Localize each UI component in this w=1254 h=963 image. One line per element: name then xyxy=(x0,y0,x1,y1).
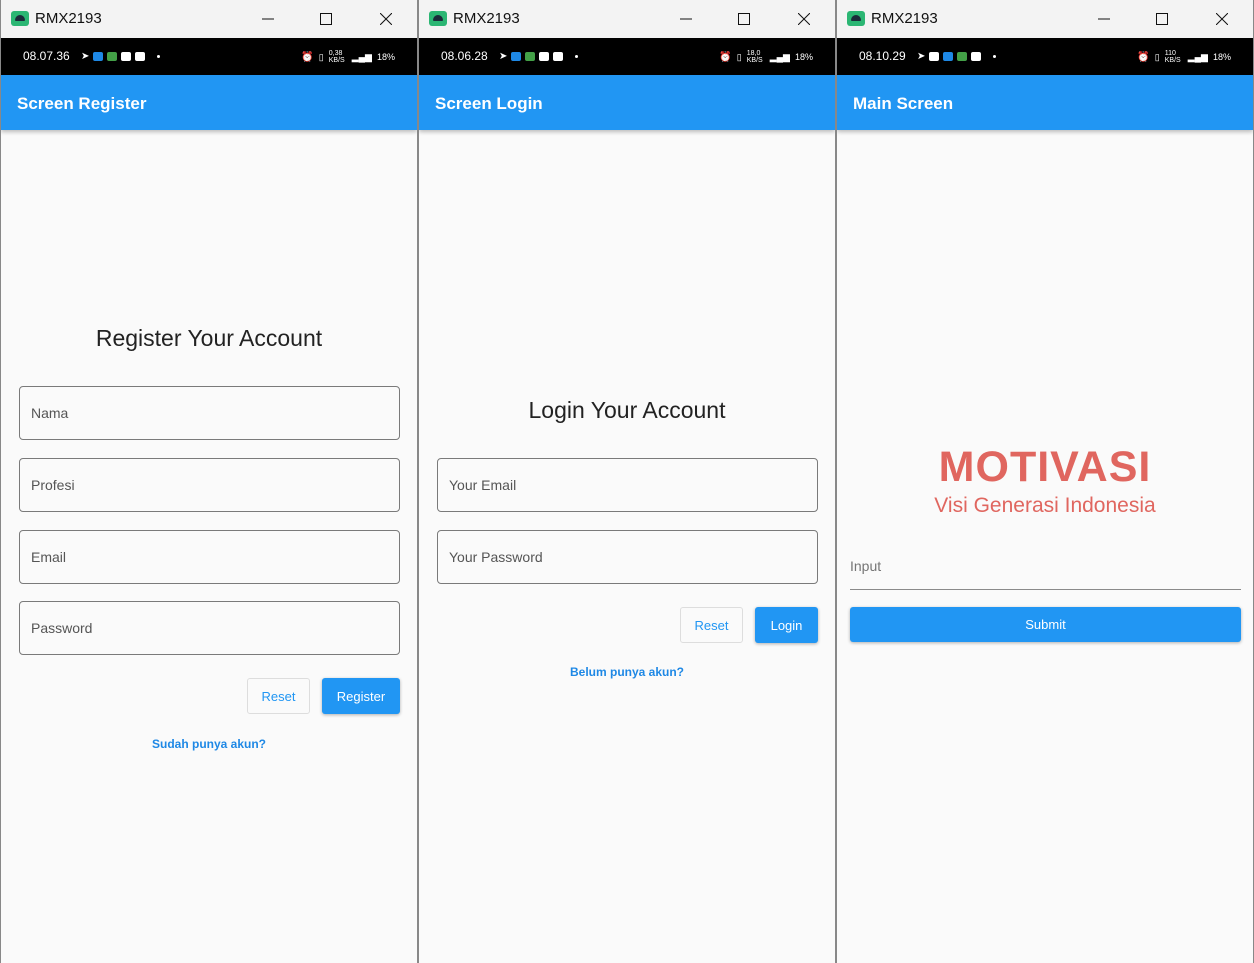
app-bar-title: Screen Register xyxy=(17,94,147,113)
android-status-bar: 08.10.29 ➤ ⏰ ▯ 110 KB/S ▂▄▆ 18% xyxy=(837,38,1253,75)
submit-button[interactable]: Submit xyxy=(850,607,1241,642)
system-icons: ⏰ ▯ 0,38 KB/S ▂▄▆ 18% xyxy=(301,50,395,64)
window-titlebar[interactable]: RMX2193 xyxy=(1,0,417,38)
email-field[interactable] xyxy=(19,530,400,584)
reset-button[interactable]: Reset xyxy=(247,678,310,714)
password-field[interactable] xyxy=(437,530,818,584)
status-time: 08.07.36 xyxy=(23,49,70,63)
app-bar-title: Main Screen xyxy=(853,94,954,113)
android-status-bar: 08.06.28 ➤ ⏰ ▯ 18,0 KB/S ▂▄▆ 18% xyxy=(419,38,835,75)
password-input[interactable] xyxy=(20,602,399,654)
telegram-icon: ➤ xyxy=(917,51,926,62)
youtube-icon xyxy=(971,52,982,61)
signal-icon: ▂▄▆ xyxy=(1187,51,1208,62)
notification-icons: ➤ xyxy=(917,51,997,62)
messenger-icon xyxy=(93,52,104,61)
store-icon xyxy=(107,52,118,61)
close-button[interactable] xyxy=(1199,0,1245,38)
window-title: RMX2193 xyxy=(453,10,520,27)
youtube-icon xyxy=(135,52,146,61)
signal-icon: ▂▄▆ xyxy=(351,51,372,62)
window-main: RMX2193 08.10.29 ➤ ⏰ ▯ 110 KB/S ▂▄▆ 18% … xyxy=(836,0,1254,963)
login-link[interactable]: Sudah punya akun? xyxy=(1,737,417,751)
window-register: RMX2193 08.07.36 ➤ ⏰ ▯ 0,38 KB/S ▂▄▆ 18%… xyxy=(0,0,418,963)
android-app-icon xyxy=(429,11,447,26)
telegram-icon: ➤ xyxy=(499,51,508,62)
battery-percent: 18% xyxy=(1212,52,1231,62)
window-login: RMX2193 08.06.28 ➤ ⏰ ▯ 18,0 KB/S ▂▄▆ 18%… xyxy=(418,0,836,963)
status-time: 08.06.28 xyxy=(441,49,488,63)
app-bar: Screen Login xyxy=(419,75,835,130)
messenger-icon xyxy=(943,52,954,61)
email-input[interactable] xyxy=(438,459,817,511)
system-icons: ⏰ ▯ 110 KB/S ▂▄▆ 18% xyxy=(1137,50,1231,64)
nama-input[interactable] xyxy=(20,387,399,439)
store-icon xyxy=(957,52,968,61)
alarm-icon: ⏰ xyxy=(1137,51,1150,63)
youtube-icon xyxy=(539,52,550,61)
status-time: 08.10.29 xyxy=(859,49,906,63)
youtube-icon xyxy=(553,52,564,61)
window-titlebar[interactable]: RMX2193 xyxy=(837,0,1253,38)
close-button[interactable] xyxy=(781,0,827,38)
telegram-icon: ➤ xyxy=(81,51,90,62)
battery-percent: 18% xyxy=(376,52,395,62)
network-speed: 0,38 KB/S xyxy=(328,50,345,64)
more-notifications-dot xyxy=(575,55,579,58)
window-title: RMX2193 xyxy=(871,10,938,27)
store-icon xyxy=(525,52,536,61)
register-button[interactable]: Register xyxy=(322,678,400,714)
input-text[interactable] xyxy=(850,543,1241,589)
battery-percent: 18% xyxy=(794,52,813,62)
notification-icons: ➤ xyxy=(499,51,579,62)
messenger-icon xyxy=(511,52,522,61)
password-field[interactable] xyxy=(19,601,400,655)
window-titlebar[interactable]: RMX2193 xyxy=(419,0,835,38)
more-notifications-dot xyxy=(993,55,997,58)
email-field[interactable] xyxy=(437,458,818,512)
app-bar-title: Screen Login xyxy=(435,94,543,113)
alarm-icon: ⏰ xyxy=(719,51,732,63)
nama-field[interactable] xyxy=(19,386,400,440)
input-field[interactable] xyxy=(850,543,1241,590)
system-icons: ⏰ ▯ 18,0 KB/S ▂▄▆ 18% xyxy=(719,50,813,64)
profesi-input[interactable] xyxy=(20,459,399,511)
reset-button[interactable]: Reset xyxy=(680,607,743,643)
app-bar: Main Screen xyxy=(837,75,1253,130)
maximize-button[interactable] xyxy=(303,0,349,38)
profesi-field[interactable] xyxy=(19,458,400,512)
close-button[interactable] xyxy=(363,0,409,38)
signal-icon: ▂▄▆ xyxy=(769,51,790,62)
vibrate-icon: ▯ xyxy=(736,51,742,62)
login-button[interactable]: Login xyxy=(755,607,818,643)
brand-title: MOTIVASI xyxy=(938,443,1152,491)
android-app-icon xyxy=(11,11,29,26)
alarm-icon: ⏰ xyxy=(301,51,314,63)
window-title: RMX2193 xyxy=(35,10,102,27)
network-speed: 18,0 KB/S xyxy=(746,50,763,64)
vibrate-icon: ▯ xyxy=(318,51,324,62)
minimize-button[interactable] xyxy=(245,0,291,38)
page-heading: Login Your Account xyxy=(528,397,726,423)
android-app-icon xyxy=(847,11,865,26)
page-heading: Register Your Account xyxy=(95,325,323,351)
maximize-button[interactable] xyxy=(721,0,767,38)
email-input[interactable] xyxy=(20,531,399,583)
brand-subtitle: Visi Generasi Indonesia xyxy=(934,494,1156,517)
password-input[interactable] xyxy=(438,531,817,583)
notification-icons: ➤ xyxy=(81,51,161,62)
shopping-icon xyxy=(929,52,940,61)
register-link[interactable]: Belum punya akun? xyxy=(419,665,835,679)
youtube-icon xyxy=(121,52,132,61)
android-status-bar: 08.07.36 ➤ ⏰ ▯ 0,38 KB/S ▂▄▆ 18% xyxy=(1,38,417,75)
app-bar: Screen Register xyxy=(1,75,417,130)
vibrate-icon: ▯ xyxy=(1154,51,1160,62)
minimize-button[interactable] xyxy=(1081,0,1127,38)
minimize-button[interactable] xyxy=(663,0,709,38)
more-notifications-dot xyxy=(157,55,161,58)
network-speed: 110 KB/S xyxy=(1164,50,1181,64)
maximize-button[interactable] xyxy=(1139,0,1185,38)
